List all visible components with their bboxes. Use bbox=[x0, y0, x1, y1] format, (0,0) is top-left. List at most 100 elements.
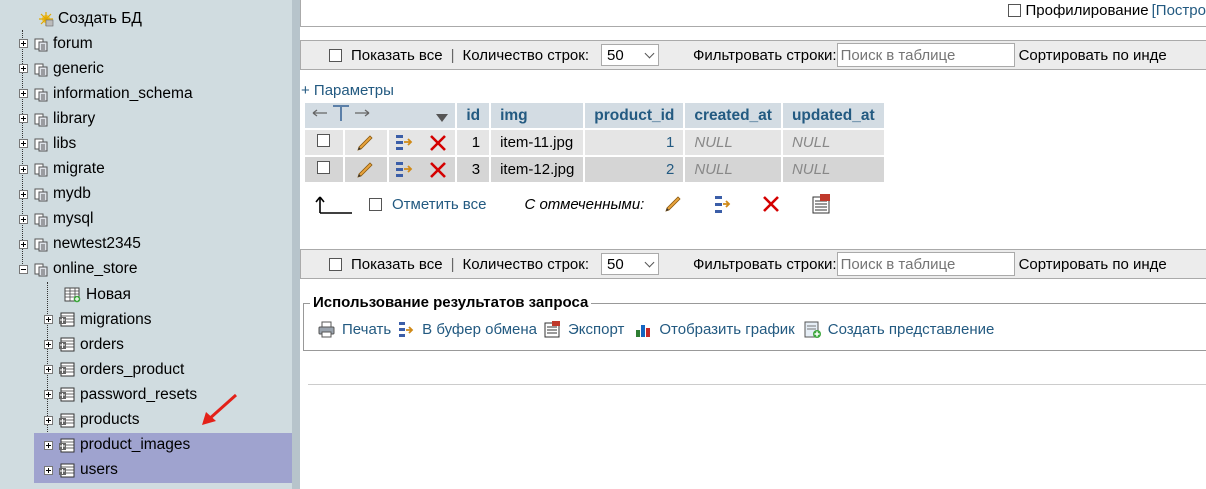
cell-updated-at[interactable]: NULL bbox=[782, 130, 884, 155]
create-view-link[interactable]: Создать представление bbox=[803, 320, 994, 339]
column-header-img[interactable]: img bbox=[491, 103, 584, 128]
table-search-input[interactable] bbox=[836, 43, 1015, 67]
check-all-link[interactable]: Отметить все bbox=[392, 196, 486, 213]
cell-img[interactable]: item-11.jpg bbox=[491, 130, 584, 155]
cell-img[interactable]: item-12.jpg bbox=[491, 157, 584, 182]
new-table-link[interactable]: Новая bbox=[64, 282, 131, 307]
sort-label-bottom: Сортировать по инде bbox=[1018, 255, 1167, 273]
table-item-orders[interactable]: orders bbox=[44, 332, 124, 357]
row-count-select-bottom[interactable]: 50 bbox=[601, 253, 659, 275]
db-item-mydb[interactable]: mydb bbox=[19, 182, 91, 207]
db-item-online-store[interactable]: online_store bbox=[19, 257, 137, 282]
expand-icon[interactable] bbox=[44, 315, 53, 325]
export-link[interactable]: Экспорт bbox=[543, 320, 624, 339]
expand-icon[interactable] bbox=[19, 139, 28, 149]
expand-icon[interactable] bbox=[44, 440, 53, 450]
row-checkbox[interactable] bbox=[317, 161, 330, 174]
options-link[interactable]: + Параметры bbox=[301, 82, 394, 99]
build-query-link[interactable]: [Постро bbox=[1152, 2, 1206, 19]
navigation-bar-top: Показать все | Количество строк: 50 Филь… bbox=[300, 40, 1206, 70]
row-count-select[interactable]: 50 bbox=[601, 44, 659, 66]
cell-created-at[interactable]: NULL bbox=[685, 130, 781, 155]
table-item-migrations[interactable]: migrations bbox=[44, 307, 152, 332]
copy-selected-icon[interactable] bbox=[712, 193, 734, 215]
nav-resize-handle[interactable] bbox=[292, 0, 300, 489]
table-item-users[interactable]: users bbox=[34, 457, 292, 483]
profiling-toggle[interactable]: Профилирование [Постро bbox=[1008, 2, 1206, 19]
show-all-checkbox[interactable] bbox=[329, 48, 342, 62]
check-all-checkbox[interactable] bbox=[369, 197, 382, 211]
table-icon bbox=[59, 463, 75, 478]
edit-icon[interactable] bbox=[354, 133, 376, 153]
table-icon bbox=[59, 312, 75, 327]
db-item-information-schema[interactable]: information_schema bbox=[19, 81, 193, 106]
cell-product-id[interactable]: 1 bbox=[585, 130, 684, 155]
cell-created-at[interactable]: NULL bbox=[685, 157, 781, 182]
column-header-id[interactable]: id bbox=[457, 103, 490, 128]
expand-icon[interactable] bbox=[19, 39, 28, 48]
row-checkbox[interactable] bbox=[317, 134, 330, 147]
profiling-checkbox[interactable] bbox=[1008, 4, 1022, 17]
display-chart-link[interactable]: Отобразить график bbox=[634, 320, 795, 339]
delete-row-icon[interactable] bbox=[427, 160, 449, 180]
show-all-label-bottom: Показать все bbox=[351, 255, 443, 273]
database-icon bbox=[34, 188, 48, 202]
sort-dropdown-icon[interactable] bbox=[435, 113, 449, 123]
table-icon bbox=[59, 362, 75, 377]
db-item-libs[interactable]: libs bbox=[19, 131, 76, 156]
navigation-panel: Создать БД forum generic information_schem… bbox=[0, 0, 292, 489]
expand-icon[interactable] bbox=[19, 64, 28, 74]
db-label: mysql bbox=[53, 210, 94, 228]
show-all-checkbox-bottom[interactable] bbox=[329, 257, 342, 271]
copy-to-clipboard-link[interactable]: В буфер обмена bbox=[397, 320, 537, 339]
expand-icon[interactable] bbox=[19, 89, 28, 99]
expand-icon[interactable] bbox=[44, 465, 53, 475]
row-count-value: 50 bbox=[607, 46, 624, 64]
collapse-icon[interactable] bbox=[19, 264, 28, 274]
db-label: newtest2345 bbox=[53, 235, 141, 253]
column-header-product-id[interactable]: product_id bbox=[585, 103, 684, 128]
table-item-orders-product[interactable]: orders_product bbox=[44, 357, 184, 382]
delete-row-icon[interactable] bbox=[427, 133, 449, 153]
copy-row-icon[interactable] bbox=[393, 160, 417, 180]
expand-icon[interactable] bbox=[44, 390, 53, 400]
delete-selected-icon[interactable] bbox=[760, 193, 782, 215]
expand-icon[interactable] bbox=[19, 239, 28, 249]
cell-id[interactable]: 1 bbox=[457, 130, 490, 155]
table-item-products[interactable]: products bbox=[44, 408, 139, 433]
expand-icon[interactable] bbox=[19, 214, 28, 224]
db-item-forum[interactable]: forum bbox=[19, 31, 93, 56]
expand-icon[interactable] bbox=[44, 365, 53, 375]
table-item-product-images[interactable]: product_images bbox=[34, 432, 292, 458]
expand-icon[interactable] bbox=[19, 114, 28, 124]
copy-row-icon[interactable] bbox=[393, 133, 417, 153]
cell-product-id[interactable]: 2 bbox=[585, 157, 684, 182]
edit-selected-icon[interactable] bbox=[662, 193, 684, 215]
expand-icon[interactable] bbox=[44, 340, 53, 350]
print-link[interactable]: Печать bbox=[317, 320, 391, 339]
db-item-newtest2345[interactable]: newtest2345 bbox=[19, 232, 141, 257]
db-item-migrate[interactable]: migrate bbox=[19, 157, 105, 182]
sort-label: Сортировать по инде bbox=[1018, 46, 1167, 64]
expand-icon[interactable] bbox=[19, 189, 28, 199]
column-reorder-icon[interactable] bbox=[311, 103, 371, 123]
export-selected-icon[interactable] bbox=[810, 193, 832, 215]
expand-icon[interactable] bbox=[44, 415, 53, 425]
action-cell bbox=[388, 130, 456, 155]
db-item-library[interactable]: library bbox=[19, 106, 95, 131]
column-header-updated-at[interactable]: updated_at bbox=[782, 103, 884, 128]
database-icon bbox=[34, 38, 48, 51]
table-item-password-resets[interactable]: password_resets bbox=[44, 382, 197, 407]
table-search-input-bottom[interactable] bbox=[836, 252, 1015, 276]
edit-icon[interactable] bbox=[354, 160, 376, 180]
expand-icon[interactable] bbox=[19, 164, 28, 174]
create-db-link[interactable]: Создать БД bbox=[38, 6, 142, 31]
new-table-icon bbox=[64, 287, 81, 303]
table-label: orders_product bbox=[80, 360, 185, 378]
db-item-mysql[interactable]: mysql bbox=[19, 207, 93, 232]
db-item-generic[interactable]: generic bbox=[19, 56, 104, 81]
cell-updated-at[interactable]: NULL bbox=[782, 157, 884, 182]
print-label: Печать bbox=[342, 321, 392, 338]
cell-id[interactable]: 3 bbox=[457, 157, 490, 182]
column-header-created-at[interactable]: created_at bbox=[685, 103, 781, 128]
